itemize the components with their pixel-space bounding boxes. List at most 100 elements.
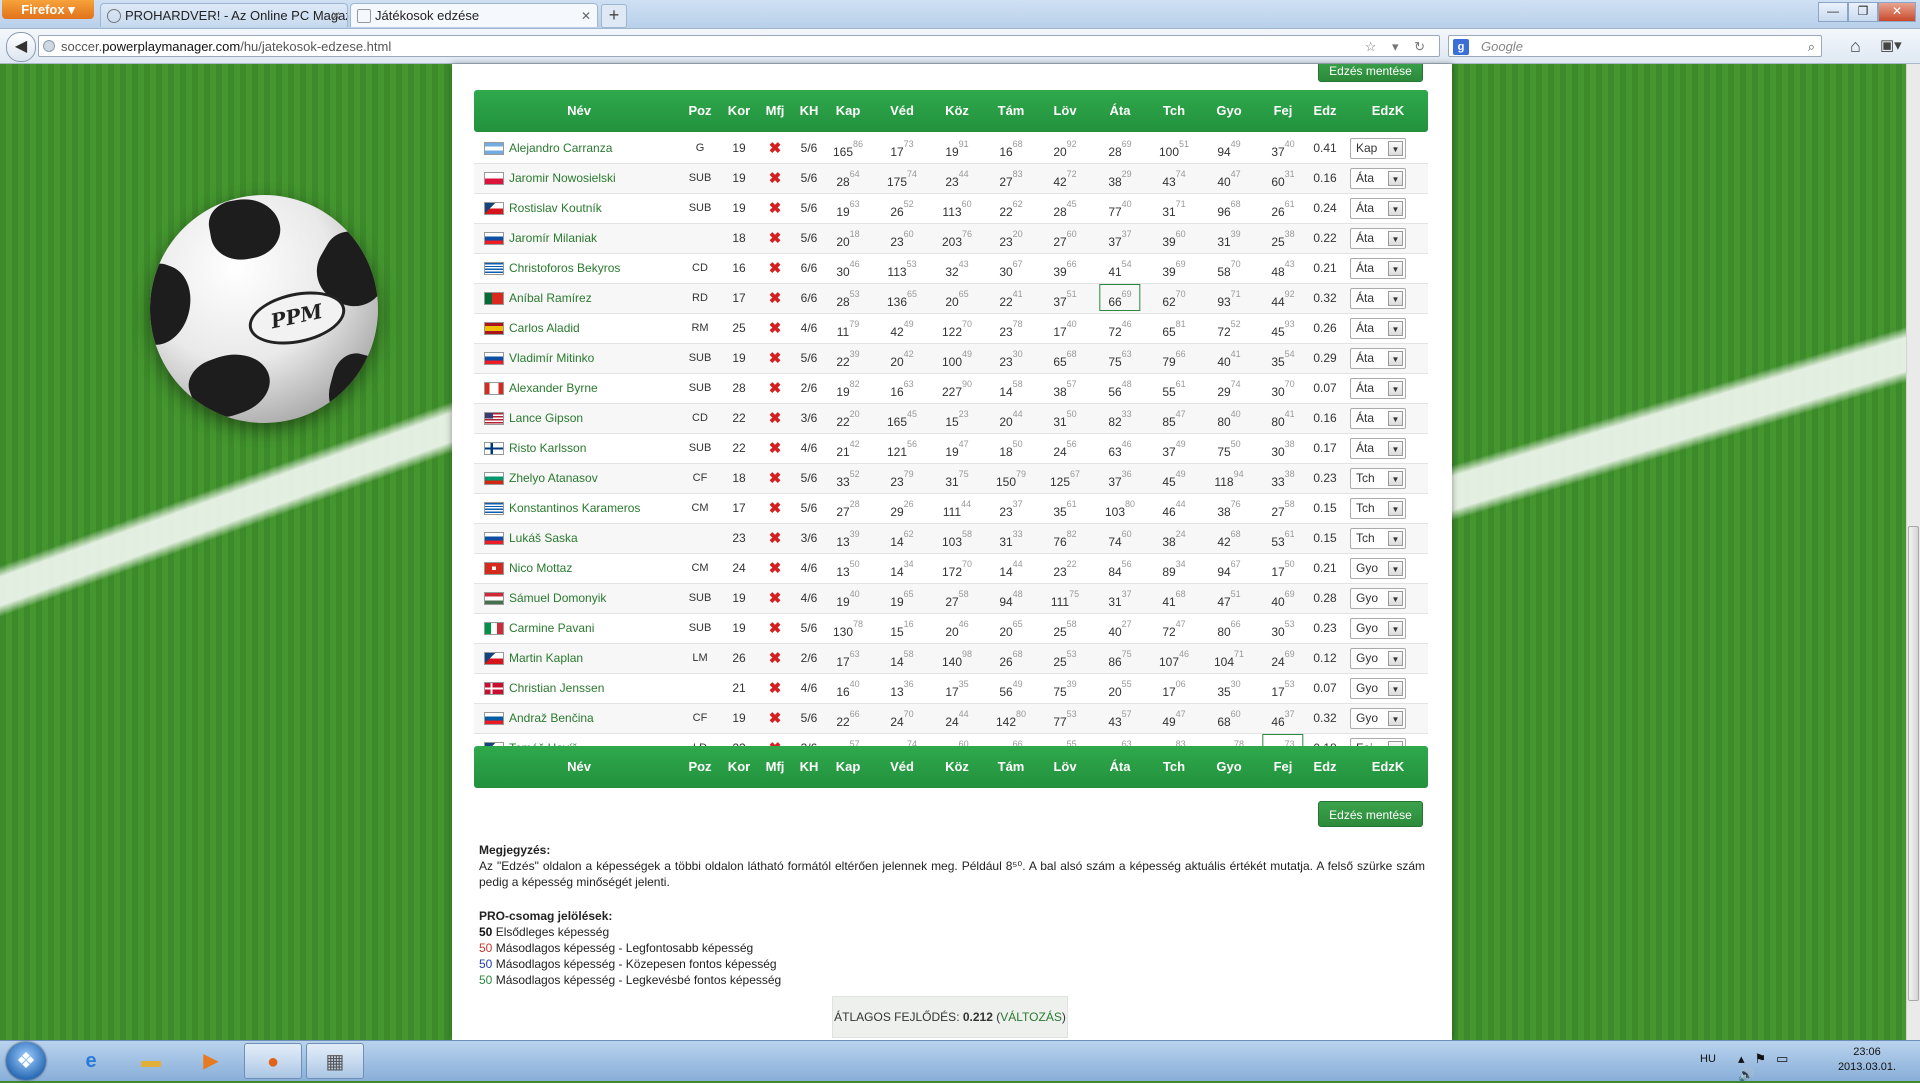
player-name-link[interactable]: Aníbal Ramírez — [509, 284, 592, 313]
bookmark-star-icon[interactable]: ☆ ▾ ↻ — [1365, 36, 1431, 58]
table-row: Risto Karlsson SUB 22 4/6 0.17 ✖ 2142 12156 1947… — [474, 434, 1428, 464]
player-name-link[interactable]: Vladimír Mitinko — [509, 344, 594, 373]
site-identity-icon[interactable] — [43, 40, 55, 52]
training-select[interactable]: Áta ▼ — [1350, 258, 1406, 279]
search-engine-icon[interactable]: g — [1453, 39, 1469, 55]
search-icon[interactable]: ⌕ — [1808, 36, 1815, 58]
url-bar[interactable]: soccer.powerplaymanager.com/hu/jatekosok… — [38, 35, 1440, 57]
chevron-down-icon[interactable]: ▼ — [1388, 471, 1403, 486]
training-select[interactable]: Kap ▼ — [1350, 138, 1406, 159]
back-arrow-icon[interactable]: ◀ — [6, 32, 36, 62]
chevron-down-icon[interactable]: ▼ — [1388, 501, 1403, 516]
skill-quality: 60 — [961, 199, 972, 209]
training-select[interactable]: Áta ▼ — [1350, 378, 1406, 399]
training-select[interactable]: Gyo ▼ — [1350, 648, 1406, 669]
player-name-link[interactable]: Risto Karlsson — [509, 434, 586, 463]
chevron-down-icon[interactable]: ▼ — [1388, 201, 1403, 216]
chevron-down-icon[interactable]: ▼ — [1388, 651, 1403, 666]
tab-jatekosok-edzese[interactable]: Játékosok edzése ✕ — [350, 3, 598, 27]
player-name-link[interactable]: Nico Mottaz — [509, 554, 572, 583]
training-select[interactable]: Áta ▼ — [1350, 318, 1406, 339]
player-name-link[interactable]: Jaromír Milaniak — [509, 224, 597, 253]
chevron-down-icon[interactable]: ▼ — [1388, 261, 1403, 276]
chevron-down-icon[interactable]: ▼ — [1388, 321, 1403, 336]
player-name-link[interactable]: Konstantinos Karameros — [509, 494, 640, 523]
chevron-down-icon[interactable]: ▼ — [1388, 441, 1403, 456]
change-link[interactable]: VÁLTOZÁS — [1000, 1010, 1062, 1024]
training-select[interactable]: Áta ▼ — [1350, 168, 1406, 189]
calculator-icon[interactable]: ▦ — [306, 1043, 364, 1079]
scrollbar-thumb[interactable] — [1908, 526, 1919, 1001]
training-select[interactable]: Gyo ▼ — [1350, 678, 1406, 699]
training-select[interactable]: Áta ▼ — [1350, 348, 1406, 369]
training-select[interactable]: Gyo ▼ — [1350, 588, 1406, 609]
training-select[interactable]: Gyo ▼ — [1350, 618, 1406, 639]
chevron-down-icon[interactable]: ▼ — [1388, 231, 1403, 246]
save-training-button-bottom[interactable]: Edzés mentése — [1318, 801, 1423, 827]
column-header-gyo: Gyo — [1216, 759, 1242, 774]
training-select[interactable]: Tch ▼ — [1350, 528, 1406, 549]
training-select[interactable]: Áta ▼ — [1350, 198, 1406, 219]
chevron-down-icon[interactable]: ▼ — [1388, 711, 1403, 726]
chevron-down-icon[interactable]: ▼ — [1388, 411, 1403, 426]
tab-prohardver[interactable]: PROHARDVER! - Az Online PC Magazin ✕ — [100, 3, 348, 27]
close-tab-icon[interactable]: ✕ — [331, 4, 341, 27]
training-select[interactable]: Áta ▼ — [1350, 408, 1406, 429]
chevron-down-icon[interactable]: ▼ — [1388, 591, 1403, 606]
clock[interactable]: 23:06 2013.03.01. — [1832, 1045, 1902, 1075]
chevron-down-icon[interactable]: ▼ — [1388, 351, 1403, 366]
player-name-link[interactable]: Carlos Aladid — [509, 314, 580, 343]
player-name-link[interactable]: Carmine Pavani — [509, 614, 594, 643]
player-name-link[interactable]: Christoforos Bekyros — [509, 254, 620, 283]
player-name-link[interactable]: Zhelyo Atanasov — [509, 464, 598, 493]
minimize-button[interactable]: — — [1818, 2, 1848, 22]
training-select[interactable]: Tch ▼ — [1350, 468, 1406, 489]
save-training-button[interactable]: Edzés mentése — [1318, 64, 1423, 82]
close-tab-icon[interactable]: ✕ — [581, 4, 591, 27]
training-select-value: Áta — [1356, 441, 1375, 455]
media-player-icon[interactable]: ▶ — [182, 1043, 240, 1079]
player-name-link[interactable]: Jaromir Nowosielski — [509, 164, 616, 193]
new-tab-button[interactable]: + — [601, 4, 627, 28]
training-select[interactable]: Áta ▼ — [1350, 438, 1406, 459]
language-indicator[interactable]: HU — [1700, 1053, 1716, 1065]
chevron-down-icon[interactable]: ▼ — [1388, 531, 1403, 546]
training-select-value: Gyo — [1356, 591, 1379, 605]
training-select[interactable]: Gyo ▼ — [1350, 708, 1406, 729]
player-name-link[interactable]: Christian Jenssen — [509, 674, 604, 703]
start-button-icon[interactable]: ❖ — [6, 1042, 46, 1080]
chevron-down-icon[interactable]: ▼ — [1388, 141, 1403, 156]
internet-explorer-icon[interactable]: e — [62, 1043, 120, 1079]
cell-edz: 0.29 — [1313, 351, 1337, 365]
chevron-down-icon[interactable]: ▼ — [1388, 291, 1403, 306]
maximize-button[interactable]: ❐ — [1848, 2, 1878, 22]
player-name-link[interactable]: Andraž Benčina — [509, 704, 594, 733]
firefox-taskbar-icon[interactable]: ● — [244, 1043, 302, 1079]
training-select[interactable]: Tch ▼ — [1350, 498, 1406, 519]
player-name-link[interactable]: Rostislav Koutník — [509, 194, 602, 223]
player-name-link[interactable]: Martin Kaplan — [509, 644, 583, 673]
chevron-down-icon[interactable]: ▼ — [1388, 561, 1403, 576]
search-input[interactable]: g Google ⌕ — [1448, 35, 1822, 57]
chevron-down-icon[interactable]: ▼ — [1388, 171, 1403, 186]
player-name-link[interactable]: Lance Gipson — [509, 404, 583, 433]
training-select[interactable]: Áta ▼ — [1350, 288, 1406, 309]
bookmarks-menu-icon[interactable]: ▣▾ — [1880, 36, 1902, 54]
training-select[interactable]: Gyo ▼ — [1350, 558, 1406, 579]
chevron-down-icon[interactable]: ▼ — [1388, 621, 1403, 636]
tray-icons[interactable]: ▴⚑▭🔊 — [1738, 1051, 1798, 1083]
player-name-link[interactable]: Sámuel Domonyik — [509, 584, 606, 613]
player-name-link[interactable]: Alejandro Carranza — [509, 134, 612, 163]
chevron-down-icon[interactable]: ▼ — [1388, 381, 1403, 396]
firefox-menu-button[interactable]: Firefox ▾ — [2, 0, 94, 19]
player-name-link[interactable]: Lukáš Saska — [509, 524, 578, 553]
file-explorer-icon[interactable]: ▬ — [122, 1043, 180, 1079]
training-select[interactable]: Áta ▼ — [1350, 228, 1406, 249]
page-scrollbar[interactable] — [1906, 64, 1920, 1040]
player-name-link[interactable]: Alexander Byrne — [509, 374, 598, 403]
skill-quality: 58 — [1066, 619, 1077, 629]
home-icon[interactable]: ⌂ — [1850, 36, 1861, 57]
chevron-down-icon[interactable]: ▼ — [1388, 681, 1403, 696]
skill-quality: 18 — [849, 229, 860, 239]
close-window-button[interactable]: ✕ — [1878, 2, 1916, 22]
